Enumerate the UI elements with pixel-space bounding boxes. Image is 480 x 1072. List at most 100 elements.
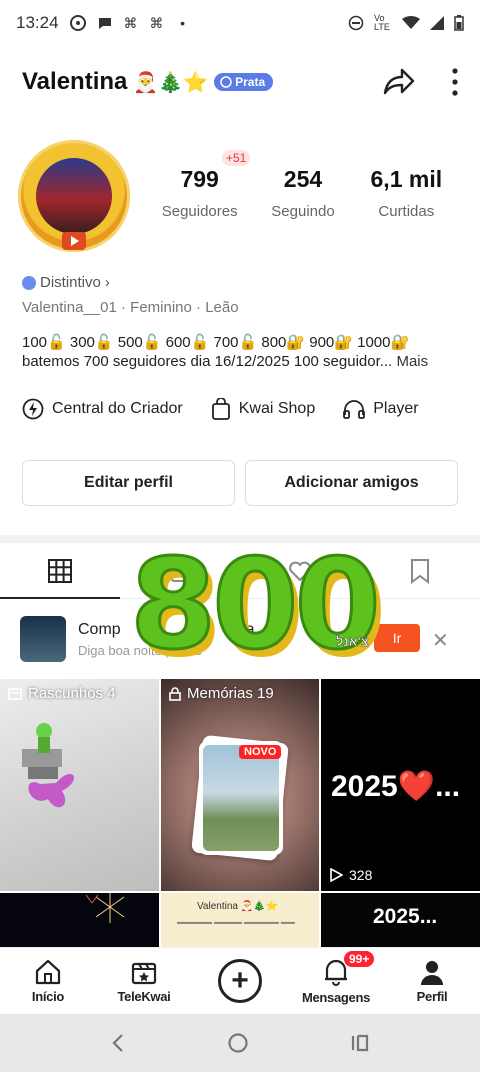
stat-following[interactable]: 254 Seguindo: [251, 166, 354, 220]
memory-photo: [203, 745, 279, 851]
gender: Feminino: [130, 299, 192, 316]
grid-icon: [48, 558, 72, 583]
app-icon: ⌘: [149, 15, 164, 31]
headphones-icon: [343, 400, 366, 419]
nav-messages[interactable]: 99+ Mensagens: [288, 948, 384, 1014]
profile-meta: Valentina__01 · Feminino · Leão: [22, 299, 239, 316]
close-icon[interactable]: ✕: [432, 628, 449, 653]
bio-more-link[interactable]: Mais: [396, 353, 428, 370]
stat-followers[interactable]: 799 Seguidores: [148, 166, 251, 220]
suggestion-text: Comp da Diga boa noite para s: [78, 621, 254, 658]
content-tabs: [0, 543, 480, 599]
play-icon: [330, 868, 343, 882]
tab-liked[interactable]: [240, 543, 360, 598]
stat-value: 799: [180, 166, 219, 192]
stat-label: Curtidas: [378, 203, 435, 220]
status-bar: 13:24 ⌘ ⌘ • Vo LTE: [0, 0, 480, 46]
video-views-wrap: 328: [329, 867, 372, 883]
video-cell-2[interactable]: 2025...: [321, 893, 480, 947]
bio-line-1: 100🔓 300🔓 500🔓 600🔓 700🔓 800🔐 900🔐 1000🔐: [22, 334, 410, 351]
bottom-nav: Início TeleKwai + 99+ Mensagens Perfil: [0, 947, 480, 1014]
badge-icon: [22, 275, 36, 290]
shortcut-label: Central do Criador: [52, 400, 183, 417]
nav-home[interactable]: Início: [0, 948, 96, 1014]
lock-icon: [171, 558, 189, 582]
suggestion-title: Comp da: [78, 621, 254, 639]
system-nav-bar: [0, 1014, 480, 1072]
shortcut-label: Kwai Shop: [238, 400, 316, 417]
nav-telekwai[interactable]: TeleKwai: [96, 948, 192, 1014]
tier-badge[interactable]: Prata: [214, 73, 274, 91]
profile-name-emoji: 🎅🎄⭐: [133, 71, 209, 94]
nav-label: TeleKwai: [117, 988, 171, 1004]
back-icon[interactable]: [110, 1033, 126, 1053]
post-cell[interactable]: Valentina 🎅🎄⭐ ▬▬▬▬▬ ▬▬▬▬ ▬▬▬▬▬ ▬▬: [161, 893, 319, 947]
drafts-cell[interactable]: Rascunhos 4: [0, 679, 159, 891]
shortcut-player[interactable]: Player: [343, 399, 419, 419]
tab-posts[interactable]: [0, 543, 120, 599]
person-icon: [421, 960, 443, 985]
new-followers-badge: +51: [222, 150, 251, 166]
home-circle-icon[interactable]: [227, 1032, 249, 1054]
nav-label: Início: [31, 988, 65, 1004]
stat-likes[interactable]: 6,1 mil Curtidas: [355, 166, 458, 220]
bio-line-2-wrap: batemos 700 seguidores dia 16/12/2025 10…: [22, 352, 462, 371]
plus-icon: +: [218, 959, 262, 1003]
profile-stats: 799 Seguidores 254 Seguindo 6,1 mil Curt…: [148, 166, 458, 220]
shopping-bag-icon: [211, 398, 230, 420]
shortcuts-row: Central do Criador Kwai Shop Player: [22, 394, 480, 424]
bio-line-2: batemos 700 seguidores dia 16/12/2025 10…: [22, 353, 393, 370]
fireworks-cell[interactable]: [0, 893, 159, 947]
add-friends-button[interactable]: Adicionar amigos: [245, 460, 458, 506]
suggestion-row[interactable]: Comp da Diga boa noite para s Ir ✕: [0, 610, 480, 668]
status-time: 13:24: [16, 13, 59, 32]
signal-icon: [430, 16, 444, 30]
memories-label: Memórias 19: [187, 685, 274, 702]
stat-value: 6,1 mil: [370, 166, 443, 192]
distintivo-link[interactable]: Distintivo ›: [22, 274, 110, 291]
telekwai-icon: [131, 962, 157, 984]
dnd-icon: [348, 15, 364, 31]
lightning-icon: [22, 398, 44, 420]
fireworks-image: [85, 893, 125, 923]
video-views: 328: [349, 867, 373, 883]
tab-saved[interactable]: [360, 543, 480, 598]
drafts-scene: [22, 723, 75, 808]
share-icon[interactable]: [382, 67, 416, 97]
network-label: Vo LTE: [374, 13, 390, 32]
avatar[interactable]: [18, 140, 130, 252]
sticker-hebrew-text: צ'אנל: [336, 634, 369, 650]
post-title: Valentina 🎅🎄⭐: [197, 901, 279, 912]
edit-profile-button[interactable]: Editar perfil: [22, 460, 235, 506]
nav-create[interactable]: +: [192, 948, 288, 1014]
more-options-icon[interactable]: [452, 68, 458, 96]
go-button[interactable]: Ir: [374, 624, 420, 652]
nav-profile[interactable]: Perfil: [384, 948, 480, 1014]
chevron-right-icon: ›: [104, 274, 110, 291]
distintivo-label: Distintivo: [40, 274, 101, 291]
video-2-title: 2025...: [373, 905, 438, 928]
stat-value: 254: [283, 166, 323, 192]
stat-label: Seguindo: [271, 203, 335, 220]
app-icon: ⌘: [123, 15, 138, 31]
shortcut-creator-center[interactable]: Central do Criador: [22, 398, 183, 420]
suggestion-title-start: Comp: [78, 620, 121, 638]
notification-badge: 99+: [344, 951, 375, 967]
zodiac-sign: Leão: [205, 299, 239, 316]
profile-bio: 100🔓 300🔓 500🔓 600🔓 700🔓 800🔐 900🔐 1000🔐…: [22, 333, 462, 371]
new-badge: NOVO: [239, 745, 282, 759]
home-icon: [35, 959, 61, 984]
memories-cell[interactable]: Memórias 19 NOVO: [161, 679, 319, 891]
drafts-label-wrap: Rascunhos 4: [8, 685, 116, 702]
tab-private[interactable]: [120, 543, 240, 598]
shortcut-label: Player: [373, 400, 419, 417]
stat-label: Seguidores: [161, 203, 238, 220]
recents-icon[interactable]: [350, 1033, 370, 1053]
shortcut-kwai-shop[interactable]: Kwai Shop: [211, 398, 316, 420]
suggestion-title-end: da: [236, 620, 255, 638]
heart-icon: [289, 561, 311, 581]
tier-label: Prata: [235, 75, 266, 89]
video-title: 2025❤️...: [331, 770, 461, 803]
profile-header: Valentina 🎅🎄⭐ Prata: [22, 56, 458, 108]
video-cell[interactable]: 2025❤️... 328: [321, 679, 480, 891]
